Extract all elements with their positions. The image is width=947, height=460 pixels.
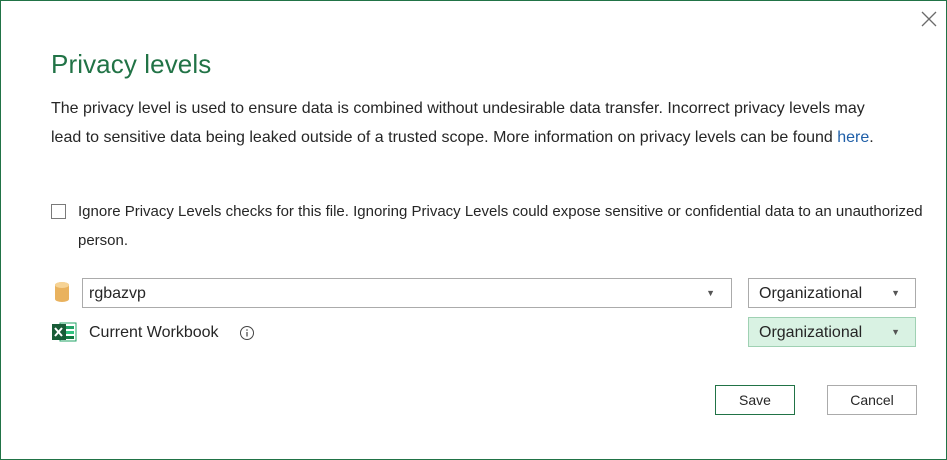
chevron-down-icon: ▼ — [891, 288, 900, 298]
chevron-down-icon: ▼ — [706, 288, 715, 298]
close-icon[interactable] — [919, 9, 939, 29]
privacy-level-select-workbook[interactable]: Organizational ▼ — [748, 317, 916, 347]
info-icon[interactable] — [239, 325, 255, 346]
source-name-combobox[interactable]: rgbazvp ▼ — [82, 278, 732, 308]
cancel-button[interactable]: Cancel — [827, 385, 917, 415]
here-link[interactable]: here — [837, 129, 869, 146]
ignore-privacy-checkbox[interactable] — [51, 204, 66, 219]
description: The privacy level is used to ensure data… — [51, 94, 891, 152]
description-end: . — [869, 129, 874, 146]
ignore-privacy-label[interactable]: Ignore Privacy Levels checks for this fi… — [78, 197, 923, 255]
source-name-value: rgbazvp — [89, 285, 146, 302]
chevron-down-icon: ▼ — [891, 327, 900, 337]
privacy-level-select-source[interactable]: Organizational ▼ — [748, 278, 916, 308]
excel-icon — [51, 321, 77, 348]
dialog-title: Privacy levels — [51, 49, 212, 79]
privacy-level-value: Organizational — [759, 324, 863, 341]
privacy-level-value: Organizational — [759, 285, 863, 302]
database-icon — [54, 281, 70, 308]
save-button[interactable]: Save — [715, 385, 795, 415]
description-text: The privacy level is used to ensure data… — [51, 100, 865, 146]
current-workbook-label: Current Workbook — [89, 324, 219, 341]
privacy-levels-dialog: Privacy levels The privacy level is used… — [0, 0, 947, 460]
